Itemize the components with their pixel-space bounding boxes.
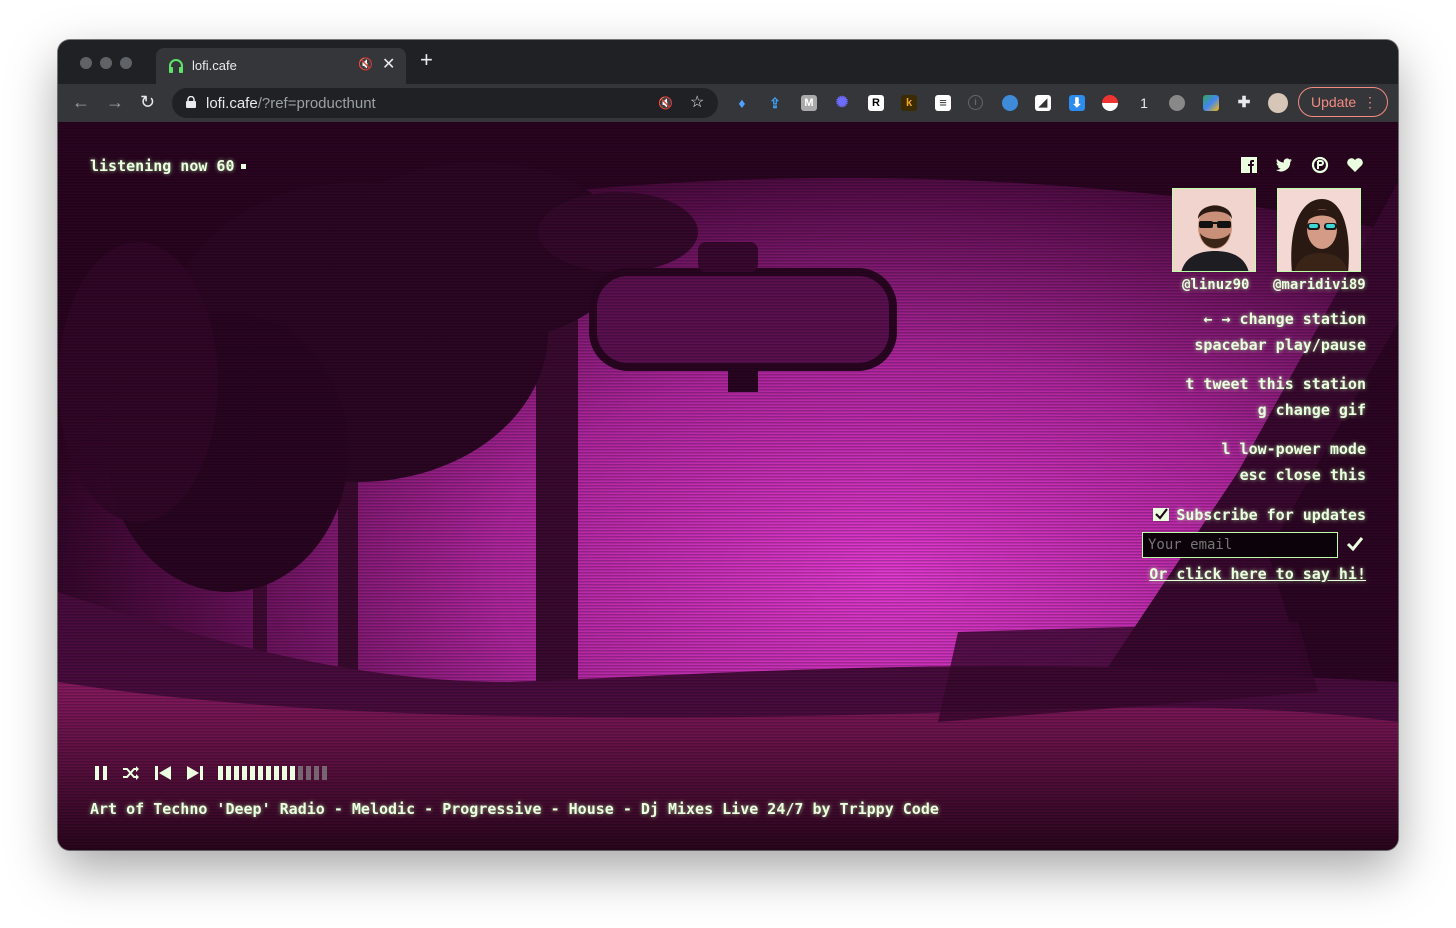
tab-title: lofi.cafe xyxy=(192,58,237,73)
volume-bar-segment[interactable] xyxy=(234,766,239,780)
zoom-window-button[interactable] xyxy=(120,57,132,69)
m-extension-icon[interactable]: M xyxy=(801,95,817,111)
volume-bar-segment[interactable] xyxy=(306,766,311,780)
info-extension-icon[interactable]: i xyxy=(968,95,983,110)
shuffle-icon[interactable] xyxy=(122,764,140,782)
r-extension-icon[interactable]: R xyxy=(868,95,884,111)
circle-extension-icon[interactable] xyxy=(1169,95,1185,111)
volume-bar-segment[interactable] xyxy=(250,766,255,780)
tab-strip: lofi.cafe 🔇 ✕ + xyxy=(58,40,1398,84)
address-bar[interactable]: lofi.cafe/?ref=producthunt 🔇 ☆ xyxy=(172,88,718,118)
share-extension-icon[interactable]: ⇪ xyxy=(767,95,783,111)
handle-linuz90[interactable]: @linuz90 xyxy=(1182,277,1249,293)
help-low-power: l low-power mode xyxy=(1221,440,1367,458)
browser-toolbar: ← → ↻ lofi.cafe/?ref=producthunt 🔇 ☆ ♦ ⇪… xyxy=(58,84,1398,122)
email-input[interactable] xyxy=(1142,532,1338,558)
k-extension-icon[interactable]: k xyxy=(901,95,917,111)
page-viewport: listening now 60 @linuz90 @maridivi89 ← … xyxy=(58,122,1398,850)
avatar-linuz90[interactable] xyxy=(1172,188,1256,272)
lock-icon xyxy=(186,96,196,108)
url-path: /?ref=producthunt xyxy=(257,95,376,112)
help-change-gif: g change gif xyxy=(1257,401,1366,419)
station-title: Art of Techno 'Deep' Radio - Melodic - P… xyxy=(90,800,939,818)
gear-extension-icon[interactable]: ✺ xyxy=(834,95,850,111)
volume-bar-segment[interactable] xyxy=(314,766,319,780)
headphones-icon xyxy=(169,59,183,73)
notes-extension-icon[interactable]: ≡ xyxy=(935,95,951,111)
help-change-station: ← → change station xyxy=(1203,310,1366,328)
volume-bar-segment[interactable] xyxy=(258,766,263,780)
volume-bar-segment[interactable] xyxy=(226,766,231,780)
twitter-icon[interactable] xyxy=(1275,156,1293,174)
minimize-window-button[interactable] xyxy=(100,57,112,69)
close-window-button[interactable] xyxy=(80,57,92,69)
pause-icon[interactable] xyxy=(92,764,110,782)
previous-icon[interactable] xyxy=(154,764,172,782)
puzzle-extensions-icon[interactable]: ✚ xyxy=(1236,95,1252,111)
help-tweet: t tweet this station xyxy=(1185,375,1366,393)
volume-bar-segment[interactable] xyxy=(282,766,287,780)
checkmark-icon[interactable] xyxy=(1346,535,1364,553)
avatar-maridivi89[interactable] xyxy=(1277,188,1361,272)
subscribe-heading: Subscribe for updates xyxy=(1152,506,1366,524)
more-menu-icon[interactable]: ⋮ xyxy=(1363,88,1377,116)
gem-extension-icon[interactable]: ♦ xyxy=(734,95,750,111)
update-button[interactable]: Update ⋮ xyxy=(1298,87,1388,117)
photos-extension-icon[interactable] xyxy=(1203,95,1219,111)
pokeball-extension-icon[interactable] xyxy=(1102,95,1118,111)
volume-bar-segment[interactable] xyxy=(290,766,295,780)
volume-bar-segment[interactable] xyxy=(242,766,247,780)
update-label: Update xyxy=(1311,94,1357,110)
volume-bar-segment[interactable] xyxy=(266,766,271,780)
back-arrow-icon[interactable]: ← xyxy=(72,92,90,113)
browser-window: lofi.cafe 🔇 ✕ + ← → ↻ lofi.cafe/?ref=pro… xyxy=(58,40,1398,850)
badge-count-extension[interactable]: 1 xyxy=(1136,95,1152,111)
volume-bar-segment[interactable] xyxy=(218,766,223,780)
site-muted-icon[interactable]: 🔇 xyxy=(658,96,673,110)
live-dot-icon xyxy=(240,164,246,169)
say-hi-link[interactable]: Or click here to say hi! xyxy=(1149,565,1366,583)
forward-arrow-icon[interactable]: → xyxy=(106,92,124,113)
url-text: lofi.cafe/?ref=producthunt xyxy=(206,95,376,112)
listening-now: listening now 60 xyxy=(90,157,246,175)
avatar-photo-woman xyxy=(1278,189,1360,271)
volume-bar-segment[interactable] xyxy=(322,766,327,780)
heart-icon[interactable] xyxy=(1346,156,1364,174)
product-hunt-icon[interactable] xyxy=(1311,156,1329,174)
profile-avatar[interactable] xyxy=(1268,93,1288,113)
avatar-photo-man xyxy=(1173,189,1255,271)
compass-extension-icon[interactable]: ◢ xyxy=(1035,95,1051,111)
help-close: esc close this xyxy=(1239,466,1366,484)
tab-lofi-cafe[interactable]: lofi.cafe 🔇 ✕ xyxy=(156,48,406,84)
subscribe-label: Subscribe for updates xyxy=(1176,506,1366,524)
download-extension-icon[interactable]: ⬇ xyxy=(1069,95,1085,111)
edge-extension-icon[interactable] xyxy=(1002,95,1018,111)
volume-bar-segment[interactable] xyxy=(274,766,279,780)
handle-maridivi89[interactable]: @maridivi89 xyxy=(1273,277,1366,293)
facebook-icon[interactable] xyxy=(1240,156,1258,174)
new-tab-button[interactable]: + xyxy=(420,49,433,71)
volume-meter[interactable] xyxy=(218,764,338,782)
tab-muted-icon[interactable]: 🔇 xyxy=(358,57,373,71)
next-icon[interactable] xyxy=(186,764,204,782)
bookmark-star-icon[interactable]: ☆ xyxy=(690,92,704,112)
tab-close-icon[interactable]: ✕ xyxy=(382,54,395,74)
mail-check-icon xyxy=(1153,508,1170,521)
listening-count: listening now 60 xyxy=(90,157,235,175)
help-play-pause: spacebar play/pause xyxy=(1194,336,1366,354)
url-host: lofi.cafe xyxy=(206,95,258,112)
volume-bar-segment[interactable] xyxy=(298,766,303,780)
reload-icon[interactable]: ↻ xyxy=(140,92,155,113)
